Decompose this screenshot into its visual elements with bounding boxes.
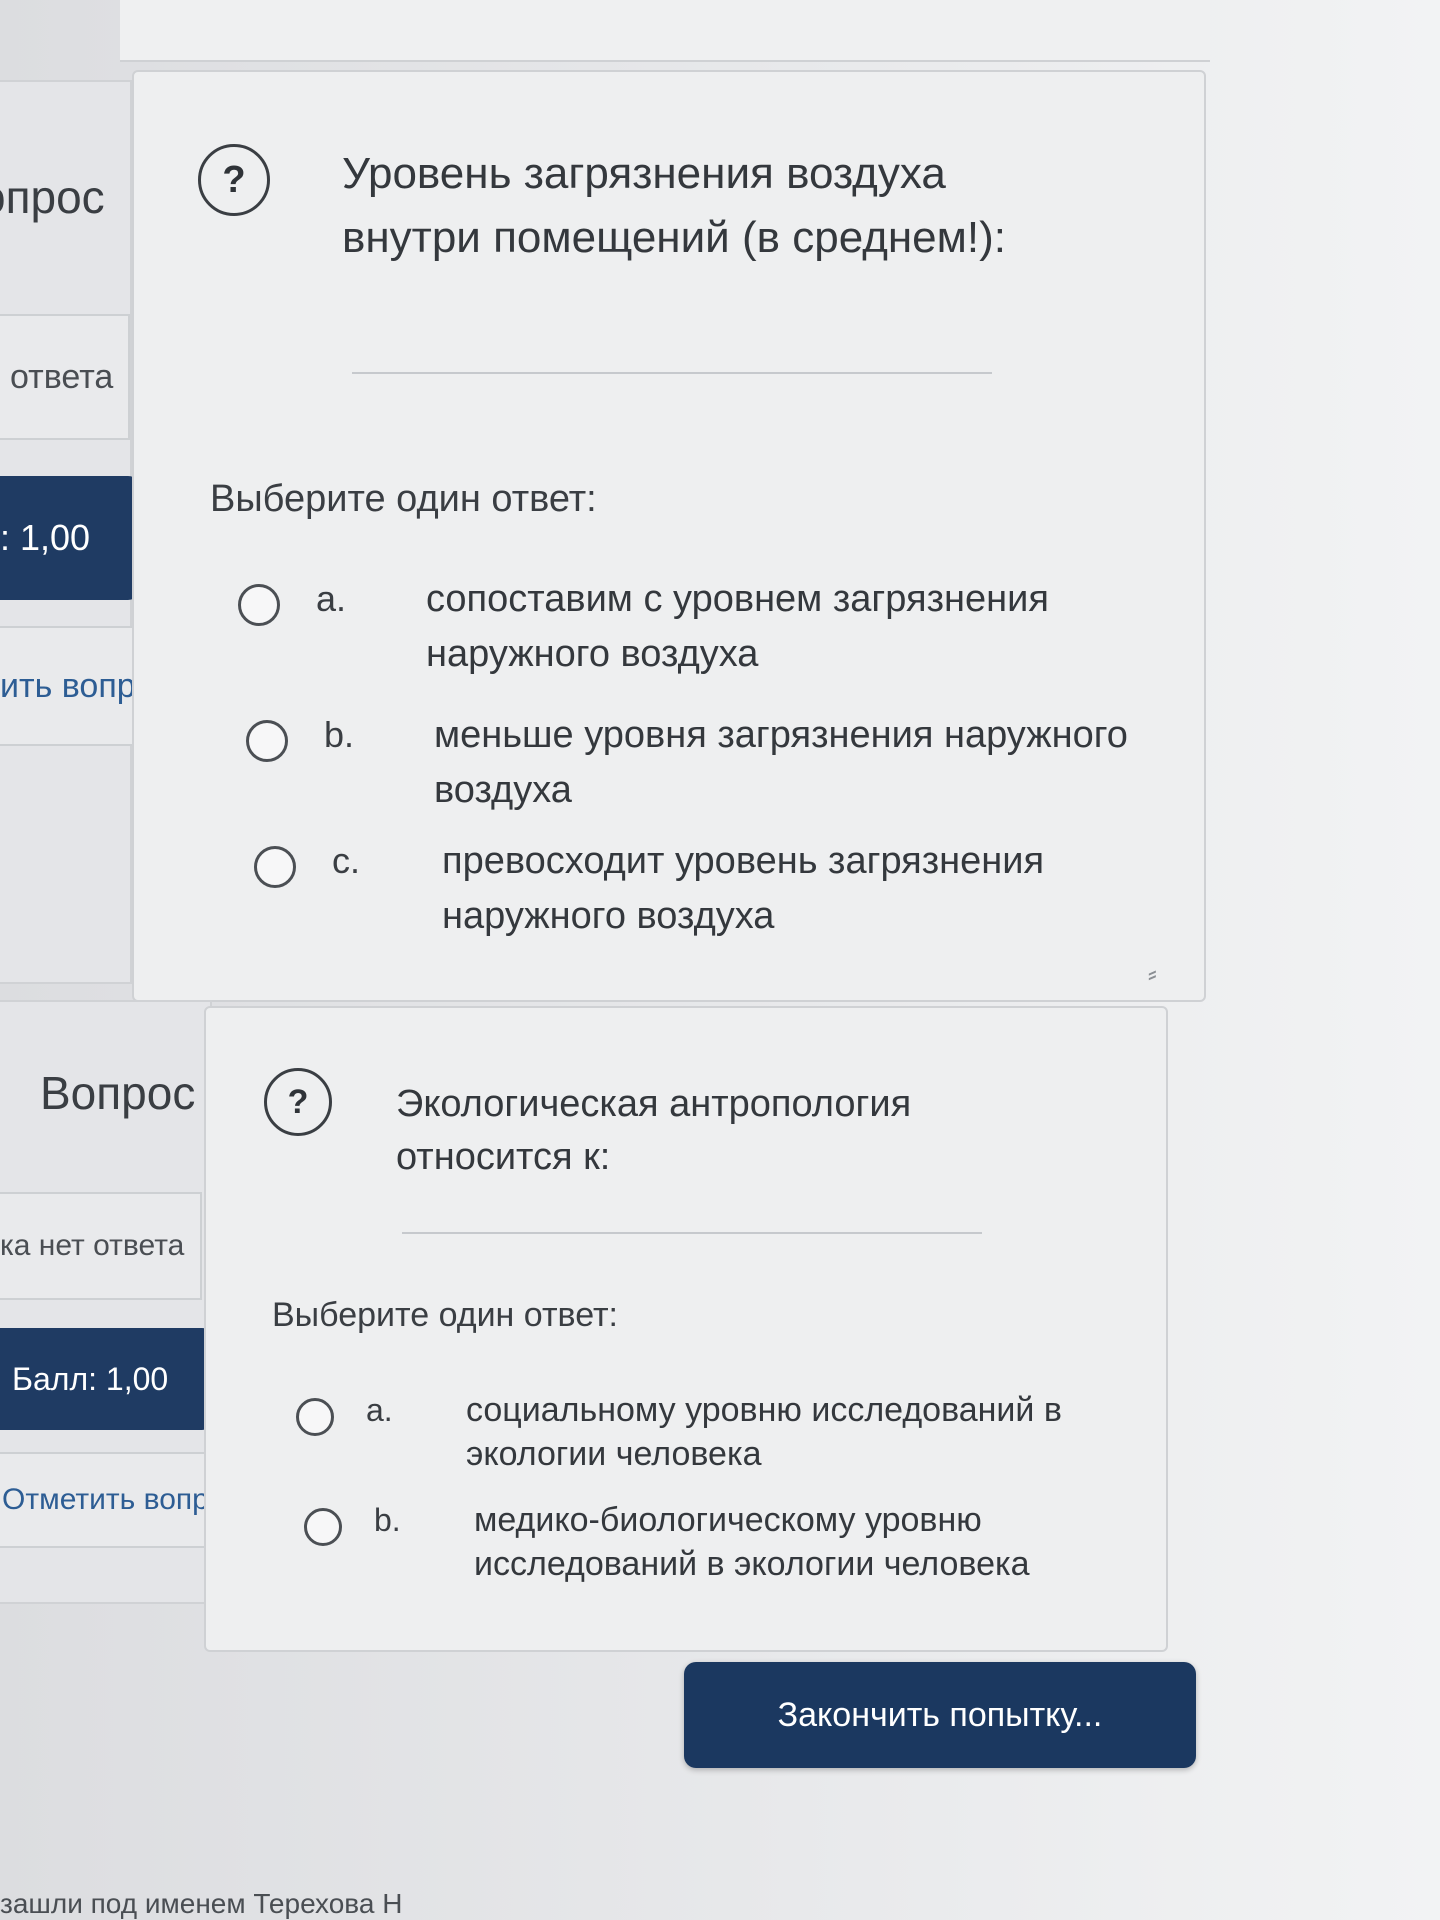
finish-attempt-button[interactable]: Закончить попытку...: [684, 1662, 1196, 1768]
option-letter: b.: [324, 714, 355, 755]
question-help-icon[interactable]: ?: [264, 1068, 332, 1136]
option-text: сопоставим с уровнем загрязнения наружно…: [426, 578, 1049, 676]
question-grade: Балл: 1,00: [0, 1328, 216, 1430]
previous-card-edge: [120, 0, 1210, 62]
answer-status: ответа: [0, 314, 130, 440]
question-info-panel: Вопрос ка нет ответа Балл: 1,00 Отметить…: [0, 1000, 228, 1604]
option-letter: a.: [316, 578, 347, 619]
option-letter: c.: [332, 840, 361, 881]
radio-button[interactable]: [238, 584, 280, 626]
radio-button[interactable]: [296, 1398, 334, 1436]
question-help-icon[interactable]: ?: [198, 144, 270, 216]
flag-question-button[interactable]: ить вопрос: [0, 626, 150, 746]
question-grade: : 1,00: [0, 476, 142, 600]
answer-option-c[interactable]: c. превосходит уровень загрязнения наруж…: [254, 834, 1142, 944]
logged-in-user-text: зашли под именем Терехова Н: [0, 1888, 403, 1919]
question-info-panel: опрос ответа : 1,00 ить вопрос: [0, 80, 150, 984]
question-number-label: Вопрос: [40, 1067, 196, 1119]
question-text: Уровень загрязнения воздуха внутри помещ…: [342, 149, 1006, 262]
answer-prompt: Выберите один ответ:: [272, 1296, 618, 1334]
flag-question-button[interactable]: Отметить вопрос: [0, 1452, 228, 1548]
option-text: превосходит уровень загрязнения наружног…: [442, 840, 1045, 938]
question-card: ? Экологическая антропология относится к…: [204, 1006, 1168, 1652]
question-divider: [352, 372, 992, 374]
radio-button[interactable]: [246, 720, 288, 762]
question-text: Экологическая антропология относится к:: [396, 1083, 912, 1179]
answer-option-a[interactable]: a. сопоставим с уровнем загрязнения нару…: [238, 572, 1126, 682]
radio-button[interactable]: [304, 1508, 342, 1546]
answer-option-b[interactable]: b. меньше уровня загрязнения наружного в…: [246, 708, 1134, 818]
question-number-label: опрос: [0, 171, 105, 223]
quiz-page: опрос ответа : 1,00 ить вопрос ? Уровень…: [0, 0, 1440, 1920]
option-letter: a.: [366, 1392, 393, 1428]
option-text: меньше уровня загрязнения наружного возд…: [434, 714, 1128, 812]
option-text: социальному уровню исследований в эколог…: [466, 1391, 1062, 1474]
answer-status: ка нет ответа: [0, 1192, 202, 1300]
question-divider: [402, 1232, 982, 1234]
question-card: ? Уровень загрязнения воздуха внутри пом…: [132, 70, 1206, 1002]
answer-option-a[interactable]: a. социальному уровню исследований в эко…: [296, 1388, 1146, 1476]
option-text: медико-биологическому уровню исследовани…: [474, 1501, 1030, 1584]
option-letter: b.: [374, 1502, 401, 1538]
answer-option-b[interactable]: b. медико-биологическому уровню исследов…: [304, 1498, 1154, 1586]
radio-button[interactable]: [254, 846, 296, 888]
resize-handle-icon: ⸗: [1148, 958, 1157, 988]
answer-prompt: Выберите один ответ:: [210, 478, 597, 520]
